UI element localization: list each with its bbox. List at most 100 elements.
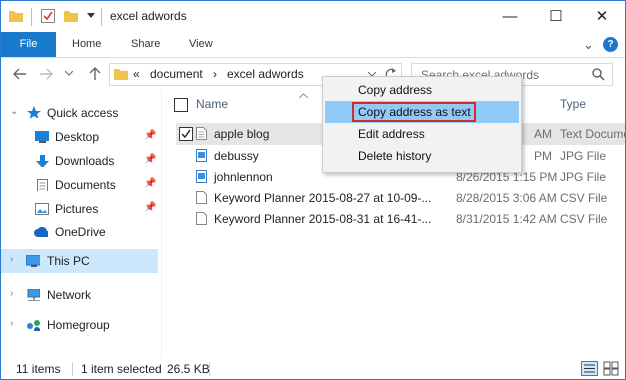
menu-item-copy-address[interactable]: Copy address — [325, 79, 519, 101]
tab-home[interactable]: Home — [72, 32, 101, 57]
nav-homegroup[interactable]: › Homegroup — [1, 313, 158, 337]
title-bar: excel adwords — ☐ ✕ — [1, 1, 625, 32]
expand-ribbon-icon[interactable]: ⌄ — [583, 32, 594, 57]
nav-label: Homegroup — [47, 318, 110, 332]
file-row[interactable]: Keyword Planner 2015-08-27 at 10-09-... … — [176, 187, 625, 209]
minimize-button[interactable]: — — [487, 1, 533, 32]
file-row[interactable]: Keyword Planner 2015-08-31 at 16-41-... … — [176, 208, 625, 230]
help-icon[interactable]: ? — [603, 37, 618, 52]
nav-label: Network — [47, 288, 92, 302]
new-folder-icon[interactable] — [64, 9, 78, 22]
file-type: CSV File — [560, 212, 608, 226]
title-separator — [101, 8, 102, 26]
ribbon-tabs: File Home Share View ⌄ ? — [1, 32, 625, 58]
column-header-name[interactable]: Name — [196, 97, 228, 111]
pin-icon[interactable]: 📌 — [144, 178, 156, 189]
menu-item-delete-history[interactable]: Delete history — [325, 145, 519, 167]
pin-icon[interactable]: 📌 — [144, 154, 156, 165]
chevron-right-icon[interactable]: › — [10, 254, 13, 265]
column-header-type[interactable]: Type — [560, 97, 586, 111]
menu-item-label: Edit address — [358, 127, 425, 141]
nav-label: Documents — [55, 178, 116, 192]
breadcrumb-separator[interactable]: › — [213, 67, 217, 81]
nav-onedrive[interactable]: OneDrive — [1, 220, 158, 244]
file-type: CSV File — [560, 191, 608, 205]
status-selection: 1 item selected — [81, 362, 162, 376]
nav-label: OneDrive — [55, 225, 106, 239]
document-file-icon — [196, 191, 207, 204]
address-overflow[interactable]: « — [133, 67, 140, 81]
menu-item-label: Copy address as text — [358, 105, 471, 119]
chevron-right-icon[interactable]: › — [10, 318, 13, 329]
pictures-icon — [35, 203, 49, 215]
search-icon[interactable] — [592, 68, 605, 81]
computer-icon — [26, 255, 40, 267]
menu-item-label: Delete history — [358, 149, 432, 163]
tab-share[interactable]: Share — [131, 32, 160, 57]
close-button[interactable]: ✕ — [579, 1, 625, 32]
nav-label: This PC — [47, 254, 90, 268]
nav-label: Downloads — [55, 154, 115, 168]
status-size: 26.5 KB — [167, 362, 210, 376]
file-name: apple blog — [214, 127, 270, 141]
nav-documents[interactable]: Documents 📌 — [1, 173, 158, 197]
tab-file[interactable]: File — [1, 32, 56, 57]
nav-pictures[interactable]: Pictures 📌 — [1, 197, 158, 221]
menu-item-edit-address[interactable]: Edit address — [325, 123, 519, 145]
file-type: Text Document — [560, 127, 625, 141]
large-icons-view-icon[interactable] — [603, 361, 619, 376]
maximize-icon: ☐ — [549, 8, 563, 25]
recent-locations-chevron-icon[interactable] — [65, 71, 73, 76]
back-arrow-icon[interactable] — [13, 68, 27, 80]
nav-quick-access[interactable]: ⌄ Quick access — [1, 101, 158, 125]
file-name: Keyword Planner 2015-08-31 at 16-41-... — [214, 212, 432, 226]
maximize-button[interactable]: ☐ — [533, 1, 579, 32]
sort-ascending-icon — [299, 93, 308, 98]
customize-toolbar-chevron-icon[interactable] — [87, 13, 95, 19]
chevron-right-icon[interactable]: › — [10, 288, 13, 299]
nav-label: Desktop — [55, 130, 100, 144]
nav-label: Pictures — [55, 202, 99, 216]
image-file-icon — [196, 149, 207, 162]
cloud-icon — [34, 227, 48, 237]
row-checkbox[interactable] — [179, 127, 193, 141]
navigation-bar: « document › excel adwords Search excel … — [1, 58, 625, 90]
close-icon: ✕ — [595, 8, 609, 25]
nav-label: Quick access — [47, 106, 119, 120]
select-all-checkbox[interactable] — [174, 98, 188, 112]
nav-downloads[interactable]: Downloads 📌 — [1, 149, 158, 173]
properties-icon[interactable] — [41, 9, 55, 23]
pin-icon[interactable]: 📌 — [144, 202, 156, 213]
text-file-icon — [196, 127, 207, 140]
file-type: JPG File — [560, 170, 607, 184]
nav-this-pc[interactable]: › This PC — [1, 249, 158, 273]
desktop-icon — [35, 131, 49, 143]
details-view-icon[interactable] — [581, 361, 598, 376]
menu-item-copy-address-as-text[interactable]: Copy address as text — [325, 101, 519, 123]
address-context-menu: Copy address Copy address as text Edit a… — [322, 76, 522, 173]
document-file-icon — [196, 212, 207, 225]
status-divider — [72, 362, 73, 376]
title-separator — [31, 8, 32, 26]
nav-network[interactable]: › Network — [1, 283, 158, 307]
chevron-down-icon[interactable]: ⌄ — [10, 106, 18, 117]
window-title: excel adwords — [110, 9, 187, 23]
menu-item-label: Copy address — [358, 83, 433, 97]
status-item-count: 11 items — [16, 362, 61, 376]
breadcrumb-document[interactable]: document — [150, 67, 203, 81]
up-arrow-icon[interactable] — [89, 67, 101, 80]
nav-desktop[interactable]: Desktop 📌 — [1, 125, 158, 149]
homegroup-icon — [27, 320, 40, 331]
folder-icon — [9, 11, 23, 22]
file-date: 8/31/2015 1:42 AM — [456, 212, 557, 226]
navigation-pane: ⌄ Quick access Desktop 📌 Downloads 📌 Doc… — [1, 96, 161, 358]
forward-arrow-icon[interactable] — [39, 68, 53, 80]
tab-view[interactable]: View — [189, 32, 213, 57]
file-date: 8/28/2015 3:06 AM — [456, 191, 557, 205]
documents-icon — [37, 179, 48, 191]
file-date: AM — [534, 127, 552, 141]
pin-icon[interactable]: 📌 — [144, 130, 156, 141]
status-divider — [209, 362, 210, 376]
breadcrumb-excel-adwords[interactable]: excel adwords — [227, 67, 304, 81]
file-name: debussy — [214, 149, 259, 163]
